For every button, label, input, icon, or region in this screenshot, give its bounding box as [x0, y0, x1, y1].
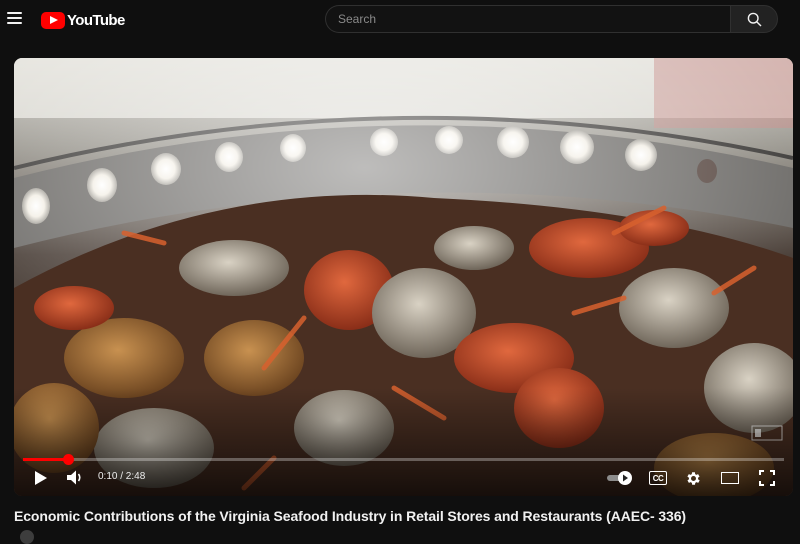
play-icon[interactable]: [34, 470, 48, 486]
progress-fill: [23, 458, 69, 461]
volume-icon[interactable]: [66, 469, 84, 486]
time-display: 0:10 / 2:48: [98, 471, 146, 482]
scrubber-handle[interactable]: [62, 454, 74, 465]
youtube-play-logo-icon: [41, 11, 65, 29]
video-frame: [14, 58, 793, 496]
top-bar: YouTube: [0, 0, 800, 40]
search-box: [325, 5, 730, 33]
autoplay-toggle[interactable]: [606, 471, 634, 485]
menu-icon[interactable]: [7, 12, 22, 25]
youtube-logo[interactable]: YouTube: [41, 10, 125, 30]
fullscreen-icon[interactable]: [759, 470, 775, 486]
search-button[interactable]: [730, 5, 778, 33]
search-input[interactable]: [326, 6, 730, 32]
video-title: Economic Contributions of the Virginia S…: [14, 508, 686, 524]
video-player[interactable]: 0:10 / 2:48 CC: [14, 58, 793, 496]
captions-label: CC: [652, 473, 664, 483]
channel-avatar[interactable]: [20, 530, 34, 544]
autoplay-play-icon: [623, 474, 628, 482]
subtitles-icon[interactable]: CC: [649, 471, 667, 485]
progress-bar[interactable]: [23, 454, 784, 465]
search-icon: [747, 12, 762, 27]
settings-icon[interactable]: [685, 470, 702, 487]
theater-icon[interactable]: [721, 472, 739, 484]
logo-text: YouTube: [67, 11, 125, 29]
